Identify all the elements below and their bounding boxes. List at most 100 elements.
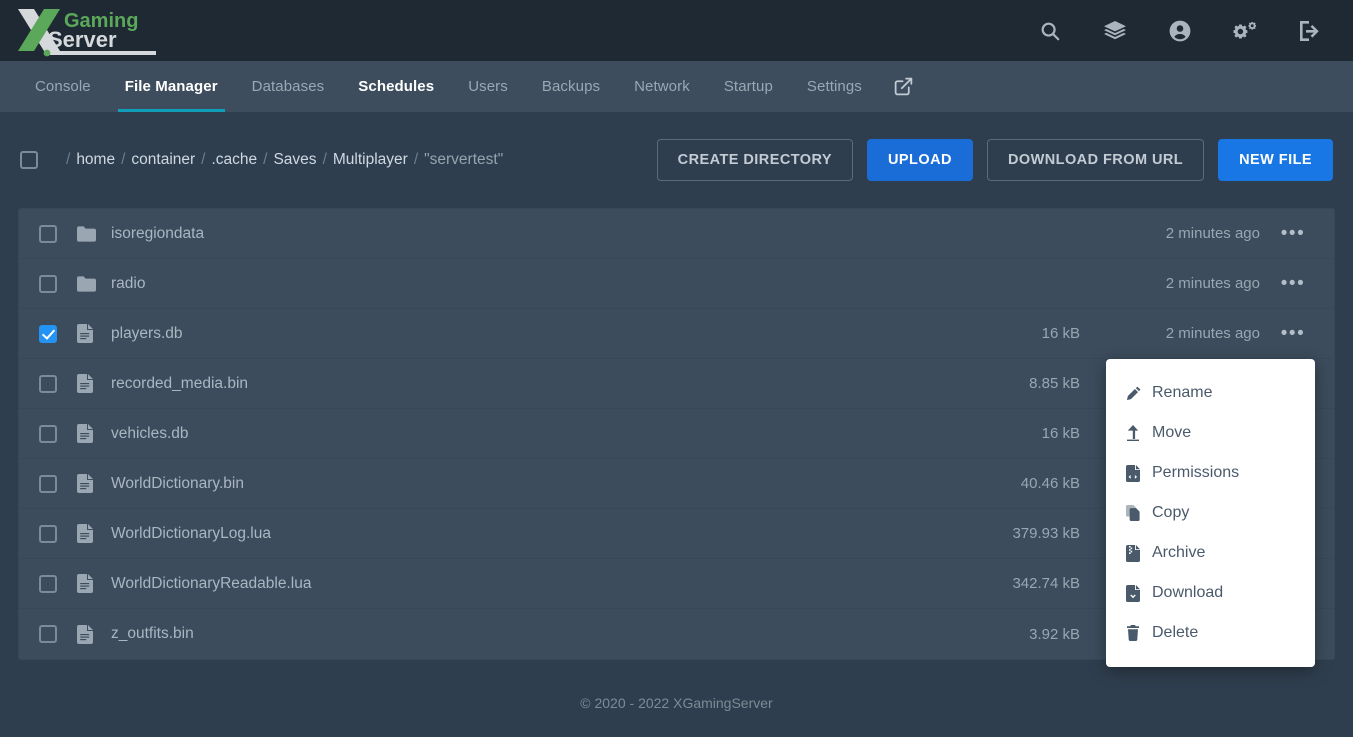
table-row[interactable]: isoregiondata 2 minutes ago ••• xyxy=(19,209,1334,259)
file-size: 342.74 kB xyxy=(1012,575,1080,592)
context-menu-item-permissions[interactable]: Permissions xyxy=(1106,453,1315,493)
row-actions-menu-icon[interactable]: ••• xyxy=(1270,324,1316,343)
download-from-url-button[interactable]: DOWNLOAD FROM URL xyxy=(986,139,1205,181)
tab-file-manager[interactable]: File Manager xyxy=(108,61,235,112)
main-nav-tabs: Console File Manager Databases Schedules… xyxy=(0,61,1353,112)
breadcrumb-item-current: "servertest" xyxy=(424,151,504,168)
logout-icon[interactable] xyxy=(1289,10,1331,52)
search-icon[interactable] xyxy=(1029,10,1071,52)
context-menu-item-download[interactable]: Download xyxy=(1106,573,1315,613)
context-menu-item-copy[interactable]: Copy xyxy=(1106,493,1315,533)
tab-startup[interactable]: Startup xyxy=(707,61,790,112)
create-directory-button[interactable]: CREATE DIRECTORY xyxy=(656,139,854,181)
breadcrumb-item-cache[interactable]: .cache xyxy=(211,151,257,169)
layers-icon[interactable] xyxy=(1094,10,1136,52)
table-row[interactable]: radio 2 minutes ago ••• xyxy=(19,259,1334,309)
row-actions-menu-icon[interactable]: ••• xyxy=(1270,274,1316,293)
external-link-icon[interactable] xyxy=(879,61,928,112)
file-name: radio xyxy=(111,274,146,292)
file-name: isoregiondata xyxy=(111,224,205,242)
select-all-checkbox[interactable] xyxy=(20,151,38,169)
file-size: 16 kB xyxy=(1041,325,1080,342)
top-header-bar: Gaming Server xyxy=(0,0,1353,61)
tab-backups[interactable]: Backups xyxy=(525,61,617,112)
breadcrumb-separator: / xyxy=(413,151,419,168)
trash-icon xyxy=(1126,625,1152,641)
file-modified: 2 minutes ago xyxy=(1165,225,1260,242)
breadcrumb-separator: / xyxy=(263,151,268,168)
file-context-menu: Rename Move Permissions Copy Archive Dow… xyxy=(1106,359,1315,667)
breadcrumb-item-home[interactable]: home xyxy=(76,151,115,169)
row-checkbox[interactable] xyxy=(39,224,57,243)
breadcrumb-item-saves[interactable]: Saves xyxy=(273,151,316,169)
file-icon xyxy=(77,324,99,343)
new-file-button[interactable]: NEW FILE xyxy=(1218,139,1333,181)
brand-logo[interactable]: Gaming Server xyxy=(14,0,159,61)
file-manager-toolbar: / home / container / .cache / Saves / Mu… xyxy=(18,112,1335,208)
row-checkbox[interactable] xyxy=(39,474,57,493)
context-menu-item-archive[interactable]: Archive xyxy=(1106,533,1315,573)
toolbar-button-group: CREATE DIRECTORY UPLOAD DOWNLOAD FROM UR… xyxy=(656,139,1333,181)
admin-gears-icon[interactable] xyxy=(1224,10,1266,52)
file-name: z_outfits.bin xyxy=(111,625,194,642)
breadcrumb-root: / xyxy=(66,151,71,168)
file-icon xyxy=(77,574,99,593)
table-row-selected[interactable]: players.db 16 kB 2 minutes ago ••• xyxy=(19,309,1334,359)
pencil-icon xyxy=(1126,386,1152,401)
row-checkbox[interactable] xyxy=(39,574,57,593)
row-checkbox[interactable] xyxy=(39,374,57,393)
context-menu-item-move[interactable]: Move xyxy=(1106,413,1315,453)
file-code-icon xyxy=(1126,464,1152,482)
file-size: 3.92 kB xyxy=(1029,625,1080,643)
breadcrumb-item-multiplayer[interactable]: Multiplayer xyxy=(333,151,408,169)
context-menu-label: Download xyxy=(1152,584,1224,601)
file-archive-icon xyxy=(1126,544,1152,562)
context-menu-label: Rename xyxy=(1152,384,1213,401)
context-menu-item-delete[interactable]: Delete xyxy=(1106,613,1315,653)
file-size: 16 kB xyxy=(1041,425,1080,442)
file-name: players.db xyxy=(111,324,183,342)
row-checkbox[interactable] xyxy=(39,324,57,343)
folder-icon xyxy=(77,275,99,292)
breadcrumb-item-container[interactable]: container xyxy=(131,151,195,169)
tab-users[interactable]: Users xyxy=(451,61,525,112)
file-name: vehicles.db xyxy=(111,424,189,442)
file-name: WorldDictionary.bin xyxy=(111,474,244,492)
file-download-icon xyxy=(1126,584,1152,602)
row-checkbox[interactable] xyxy=(39,274,57,293)
context-menu-label: Delete xyxy=(1152,624,1199,641)
account-icon[interactable] xyxy=(1159,10,1201,52)
row-checkbox[interactable] xyxy=(39,524,57,543)
row-checkbox[interactable] xyxy=(39,625,57,643)
file-icon xyxy=(77,624,99,644)
row-checkbox[interactable] xyxy=(39,424,57,443)
breadcrumb-separator: / xyxy=(201,151,206,168)
breadcrumb-separator: / xyxy=(121,151,126,168)
folder-icon xyxy=(77,225,99,242)
tab-schedules[interactable]: Schedules xyxy=(341,61,451,112)
arrow-up-icon xyxy=(1126,425,1152,441)
file-size: 8.85 kB xyxy=(1029,375,1080,392)
tab-console[interactable]: Console xyxy=(18,61,108,112)
file-size: 40.46 kB xyxy=(1020,475,1080,492)
upload-button[interactable]: UPLOAD xyxy=(867,139,973,181)
file-name: WorldDictionaryReadable.lua xyxy=(111,574,312,592)
file-icon xyxy=(77,424,99,443)
footer-copyright: © 2020 - 2022 XGamingServer xyxy=(580,695,773,711)
breadcrumb: / home / container / .cache / Saves / Mu… xyxy=(20,151,503,169)
file-icon xyxy=(77,374,99,393)
header-icon-group xyxy=(1029,10,1331,52)
context-menu-label: Archive xyxy=(1152,544,1206,561)
copy-icon xyxy=(1126,505,1152,521)
context-menu-label: Permissions xyxy=(1152,464,1240,481)
file-name: recorded_media.bin xyxy=(111,374,249,392)
context-menu-item-rename[interactable]: Rename xyxy=(1106,373,1315,413)
file-size: 379.93 kB xyxy=(1012,525,1080,542)
file-modified: 2 minutes ago xyxy=(1165,325,1260,342)
svg-text:Server: Server xyxy=(48,27,117,52)
tab-network[interactable]: Network xyxy=(617,61,707,112)
tab-settings[interactable]: Settings xyxy=(790,61,879,112)
context-menu-label: Move xyxy=(1152,424,1192,441)
tab-databases[interactable]: Databases xyxy=(235,61,342,112)
row-actions-menu-icon[interactable]: ••• xyxy=(1270,224,1316,243)
